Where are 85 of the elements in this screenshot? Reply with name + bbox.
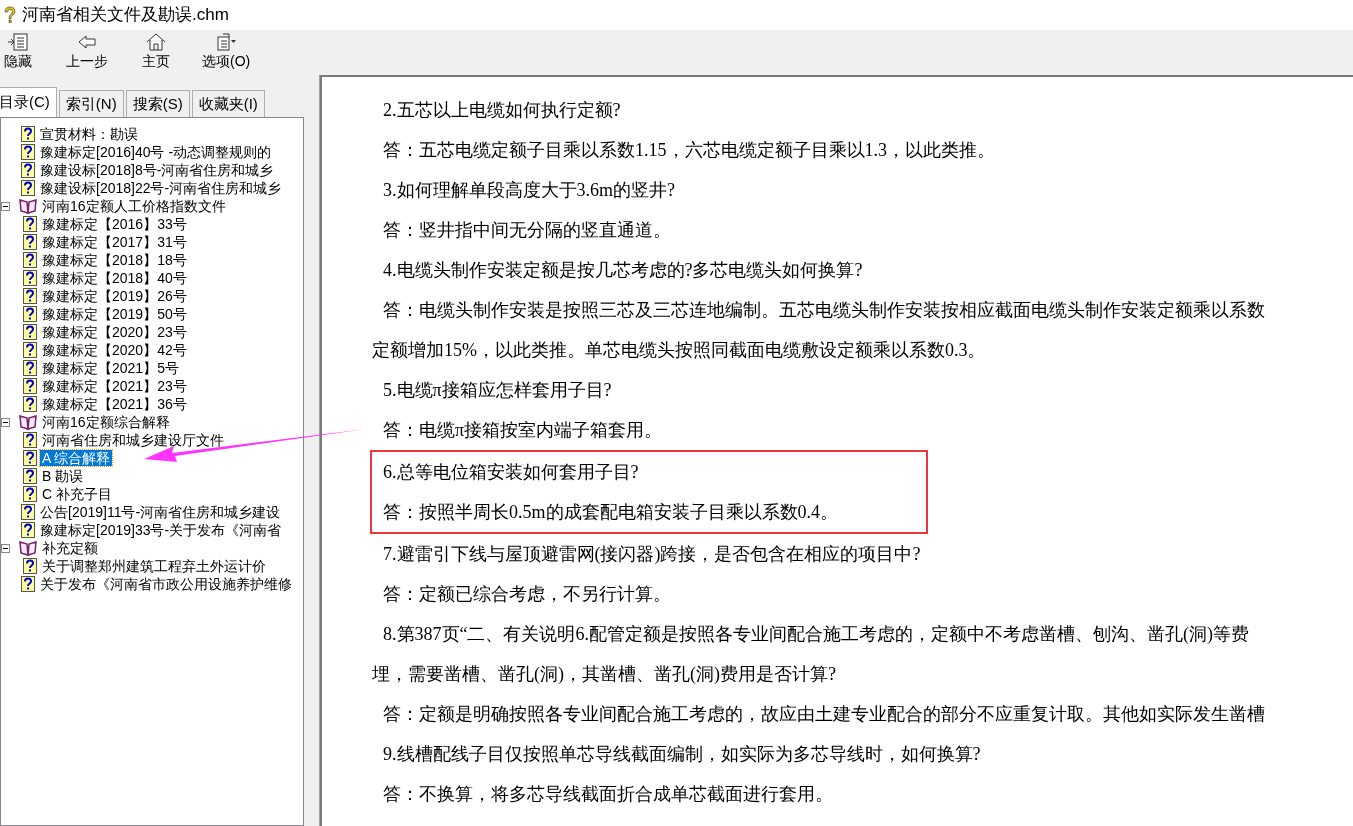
question-text: 5.电缆π接箱应怎样套用子目? xyxy=(382,379,613,402)
answer-text: 答：不换算，将多芯导线截面折合成单芯截面进行套用。 xyxy=(382,783,834,806)
tree-item[interactable]: 关于发布《河南省市政公用设施养护维修 xyxy=(38,576,294,592)
back-arrow-icon xyxy=(76,32,98,52)
tree-item[interactable]: 豫建标定【2020】23号 xyxy=(40,324,189,340)
answer-text: 答：按照半周长0.5m的成套配电箱安装子目乘以系数0.4。 xyxy=(382,501,839,524)
tree-item[interactable]: A 综合解释 xyxy=(40,450,113,466)
tree-item[interactable]: 豫建标定【2021】5号 xyxy=(40,360,181,376)
answer-text: 答：电缆头制作安装是按照三芯及三芯连地编制。五芯电缆头制作安装按相应截面电缆头制作安装定额乘以系数 定额增加15%，以此类推。单芯电缆头按照同截面电缆敷设定额乘以系数0.3。 xyxy=(372,299,1266,362)
help-page-icon xyxy=(23,234,37,250)
minus-box-icon[interactable] xyxy=(1,201,10,211)
tree-item[interactable]: 豫建标定【2020】42号 xyxy=(40,342,189,358)
panel-arrow-icon xyxy=(7,32,29,52)
tree-folder[interactable]: 补充定额 xyxy=(40,539,100,557)
help-page-icon xyxy=(23,396,37,412)
tree-folder[interactable]: 河南16定额综合解释 xyxy=(40,413,172,431)
tree-item[interactable]: B 勘误 xyxy=(40,468,86,484)
help-page-icon xyxy=(23,306,37,322)
help-page-icon xyxy=(21,162,35,178)
tree-item[interactable]: 豫建设标[2018]22号-河南省住房和城乡 xyxy=(38,180,284,196)
help-page-icon xyxy=(23,252,37,268)
answer-text: 答：电缆π接箱按室内端子箱套用。 xyxy=(382,419,664,442)
tree-item[interactable]: 豫建标定【2017】31号 xyxy=(40,234,189,250)
tree-item[interactable]: C 补充子目 xyxy=(40,486,114,502)
book-icon xyxy=(19,540,37,556)
toolbar-button[interactable]: 隐藏 xyxy=(0,32,36,70)
tree-folder[interactable]: 河南16定额人工价格指数文件 xyxy=(40,197,228,215)
question-text: 9.线槽配线子目仅按照单芯导线截面编制，如实际为多芯导线时，如何换算? xyxy=(382,743,982,766)
tree-item[interactable]: 豫建标定【2018】40号 xyxy=(40,270,189,286)
tab[interactable]: 索引(N) xyxy=(58,90,124,117)
tree-item[interactable]: 宣贯材料：勘误 xyxy=(38,126,140,142)
book-icon xyxy=(19,198,37,214)
tree-item[interactable]: 豫建标定【2019】50号 xyxy=(40,306,189,322)
tree-item[interactable]: 豫建标定【2021】23号 xyxy=(40,378,189,394)
document-menu-icon xyxy=(215,32,238,52)
tree-item[interactable]: 豫建标定[2016]40号 -动态调整规则的 xyxy=(38,144,274,160)
help-page-icon xyxy=(21,576,35,592)
tree-item[interactable]: 关于调整郑州建筑工程弃土外运计价 xyxy=(40,558,268,574)
toolbar-button[interactable]: 选项(O) xyxy=(198,32,255,70)
house-icon xyxy=(145,32,167,52)
help-page-icon xyxy=(23,216,37,232)
question-text: 6.总等电位箱安装如何套用子目? xyxy=(382,461,640,484)
book-icon xyxy=(19,414,37,430)
help-page-icon xyxy=(23,486,37,502)
help-page-icon xyxy=(23,468,37,484)
help-page-icon xyxy=(23,342,37,358)
question-text: 3.如何理解单段高度大于3.6m的竖井? xyxy=(382,179,676,202)
tree-item[interactable]: 豫建标定【2018】18号 xyxy=(40,252,189,268)
question-text: 4.电缆头制作安装定额是按几芯考虑的?多芯电缆头如何换算? xyxy=(382,259,864,282)
tab[interactable]: 收藏夹(I) xyxy=(191,90,265,117)
help-page-icon xyxy=(21,126,35,142)
answer-text: 答：五芯电缆定额子目乘以系数1.15，六芯电缆定额子目乘以1.3，以此类推。 xyxy=(382,139,996,162)
tree-item[interactable]: 豫建设标[2018]8号-河南省住房和城乡 xyxy=(38,162,276,178)
help-page-icon xyxy=(23,450,37,466)
help-page-icon xyxy=(23,432,37,448)
question-text: 2.五芯以上电缆如何执行定额? xyxy=(382,99,622,122)
minus-box-icon[interactable] xyxy=(1,543,10,553)
help-page-icon xyxy=(21,522,35,538)
window-title: 河南省相关文件及勘误.chm xyxy=(22,4,229,27)
tab[interactable]: 目录(C) xyxy=(0,87,57,117)
tree-item[interactable]: 豫建标定[2019]33号-关于发布《河南省 xyxy=(38,522,284,538)
help-page-icon xyxy=(23,288,37,304)
help-page-icon xyxy=(23,270,37,286)
help-app-icon xyxy=(2,5,18,25)
tree-item[interactable]: 河南省住房和城乡建设厅文件 xyxy=(40,432,226,448)
answer-text: 答：竖井指中间无分隔的竖直通道。 xyxy=(382,219,672,242)
minus-box-icon[interactable] xyxy=(1,417,10,427)
tree-item[interactable]: 豫建标定【2016】33号 xyxy=(40,216,189,232)
toolbar-button[interactable]: 上一步 xyxy=(62,32,112,70)
question-text: 8.第387页“二、有关说明6.配管定额是按照各专业间配合施工考虑的，定额中不考虑凿槽、刨沟、凿孔(洞)等费 埋，需要凿槽、凿孔(洞)，其凿槽、凿孔(洞)费用是否计算? xyxy=(372,623,1250,686)
help-page-icon xyxy=(21,144,35,160)
help-page-icon xyxy=(23,378,37,394)
help-page-icon xyxy=(23,558,37,574)
answer-text: 答：定额已综合考虑，不另行计算。 xyxy=(382,583,672,606)
help-page-icon xyxy=(23,360,37,376)
help-page-icon xyxy=(23,324,37,340)
tree-item[interactable]: 豫建标定【2021】36号 xyxy=(40,396,189,412)
tree-item[interactable]: 公告[2019]11号-河南省住房和城乡建设 xyxy=(38,504,283,520)
help-page-icon xyxy=(21,180,35,196)
tab[interactable]: 搜索(S) xyxy=(125,90,190,117)
help-page-icon xyxy=(21,504,35,520)
toolbar-button[interactable]: 主页 xyxy=(138,32,174,70)
answer-text: 答：定额是明确按照各专业间配合施工考虑的，故应由土建专业配合的部分不应重复计取。其他如实际发生凿槽 xyxy=(382,703,1266,726)
question-text: 7.避雷引下线与屋顶避雷网(接闪器)跨接，是否包含在相应的项目中? xyxy=(382,543,922,566)
tree-item[interactable]: 豫建标定【2019】26号 xyxy=(40,288,189,304)
